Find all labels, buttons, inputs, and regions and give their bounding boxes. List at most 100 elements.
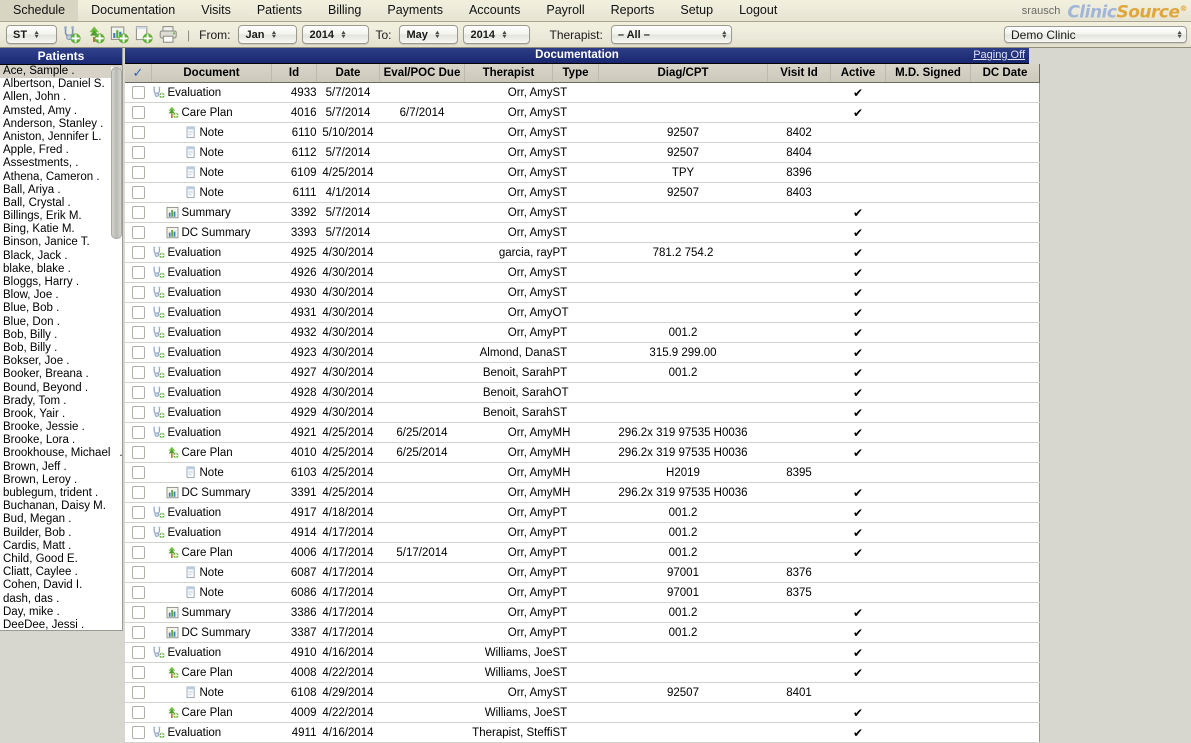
patient-list-item[interactable]: Black, Jack .: [0, 250, 122, 263]
from-year-select[interactable]: 2014 ▲ ▼: [302, 25, 370, 44]
document-name-cell[interactable]: Care Plan: [151, 702, 272, 723]
document-name-cell[interactable]: DC Summary: [151, 222, 272, 243]
document-name-cell[interactable]: Evaluation: [151, 402, 272, 423]
document-name-cell[interactable]: Note: [151, 162, 272, 183]
document-name-cell[interactable]: Note: [151, 562, 272, 583]
documentation-row[interactable]: DC Summary 3393 5/7/2014 Orr, Amy ST ✔: [125, 222, 1040, 243]
new-summary-icon[interactable]: [110, 25, 129, 44]
documentation-row[interactable]: Evaluation 4932 4/30/2014 Orr, Amy PT 001.2 ✔: [125, 322, 1040, 343]
row-checkbox[interactable]: [131, 506, 145, 519]
row-checkbox[interactable]: [131, 526, 145, 539]
patient-list-item[interactable]: Buchanan, Daisy M.: [0, 500, 122, 513]
column-active[interactable]: Active: [830, 64, 886, 83]
documentation-row[interactable]: Evaluation 4933 5/7/2014 Orr, Amy ST ✔: [125, 82, 1040, 103]
patient-list-item[interactable]: Blue, Bob .: [0, 302, 122, 315]
patient-list-item[interactable]: Cliatt, Caylee .: [0, 566, 122, 579]
patient-list-item[interactable]: Day, mike .: [0, 606, 122, 619]
new-evaluation-icon[interactable]: [62, 25, 81, 44]
select-all-header[interactable]: ✓: [125, 64, 152, 83]
row-checkbox[interactable]: [131, 546, 145, 559]
documentation-row[interactable]: Note 6086 4/17/2014 Orr, Amy PT 97001 8375: [125, 582, 1040, 603]
documentation-row[interactable]: Care Plan 4008 4/22/2014 Williams, Joe ST ✔: [125, 662, 1040, 683]
patient-list-item[interactable]: Albertson, Daniel S.: [0, 78, 122, 91]
column-eval-poc-due[interactable]: Eval/POC Due: [379, 64, 465, 83]
therapist-stepper[interactable]: ▲ ▼: [720, 29, 728, 39]
clinic-select[interactable]: Demo Clinic ▲ ▼: [1004, 26, 1187, 43]
column-md-signed[interactable]: M.D. Signed: [885, 64, 971, 83]
row-checkbox[interactable]: [131, 246, 145, 259]
patient-list-item[interactable]: Bloggs, Harry .: [0, 276, 122, 289]
documentation-row[interactable]: Evaluation 4923 4/30/2014 Almond, Dana ST 315…: [125, 342, 1040, 363]
document-name-cell[interactable]: Evaluation: [151, 382, 272, 403]
document-name-cell[interactable]: Evaluation: [151, 502, 272, 523]
patient-list-item[interactable]: Athena, Cameron .: [0, 171, 122, 184]
patient-list-item[interactable]: Bing, Katie M.: [0, 223, 122, 236]
patient-list-item[interactable]: Anderson, Stanley .: [0, 118, 122, 131]
patient-list-item[interactable]: Brookhouse, Michael J.: [0, 447, 122, 460]
row-checkbox[interactable]: [131, 106, 145, 119]
therapist-select[interactable]: – All – ▲ ▼: [610, 25, 732, 44]
patient-list-item[interactable]: Bob, Billy .: [0, 329, 122, 342]
row-checkbox[interactable]: [131, 686, 145, 699]
document-name-cell[interactable]: Evaluation: [151, 422, 272, 443]
row-checkbox[interactable]: [131, 606, 145, 619]
document-name-cell[interactable]: Note: [151, 582, 272, 603]
menu-schedule[interactable]: Schedule: [0, 0, 79, 21]
print-icon[interactable]: [158, 25, 179, 44]
document-name-cell[interactable]: Care Plan: [151, 662, 272, 683]
documentation-row[interactable]: Care Plan 4006 4/17/2014 5/17/2014 Orr, Amy P…: [125, 542, 1040, 563]
patient-list-item[interactable]: Brooke, Jessie .: [0, 421, 122, 434]
documentation-row[interactable]: Note 6111 4/1/2014 Orr, Amy ST 92507 8403: [125, 182, 1040, 203]
patient-list-item[interactable]: Brooke, Lora .: [0, 434, 122, 447]
patient-list-item[interactable]: Brook, Yair .: [0, 408, 122, 421]
document-name-cell[interactable]: Note: [151, 682, 272, 703]
document-name-cell[interactable]: Evaluation: [151, 362, 272, 383]
column-document[interactable]: Document: [151, 64, 272, 83]
to-month-stepper[interactable]: ▲ ▼: [433, 29, 441, 39]
to-year-stepper[interactable]: ▲ ▼: [500, 29, 508, 39]
patient-list-item[interactable]: Bound, Beyond .: [0, 382, 122, 395]
column-date[interactable]: Date: [316, 64, 380, 83]
from-month-stepper[interactable]: ▲ ▼: [269, 29, 277, 39]
row-checkbox[interactable]: [131, 186, 145, 199]
patient-list-item[interactable]: Ace, Sample .: [0, 65, 122, 79]
menu-setup[interactable]: Setup: [667, 0, 726, 21]
column-dc-date[interactable]: DC Date: [970, 64, 1040, 83]
column-type[interactable]: Type: [552, 64, 599, 83]
new-note-icon[interactable]: [134, 25, 153, 44]
document-name-cell[interactable]: Evaluation: [151, 342, 272, 363]
row-checkbox[interactable]: [131, 346, 145, 359]
document-name-cell[interactable]: Evaluation: [151, 322, 272, 343]
document-name-cell[interactable]: Evaluation: [151, 722, 272, 743]
documentation-row[interactable]: Care Plan 4009 4/22/2014 Williams, Joe ST ✔: [125, 702, 1040, 723]
row-checkbox[interactable]: [131, 386, 145, 399]
row-checkbox[interactable]: [131, 586, 145, 599]
menu-logout[interactable]: Logout: [726, 0, 790, 21]
patient-list-item[interactable]: Aniston, Jennifer L.: [0, 131, 122, 144]
row-checkbox[interactable]: [131, 466, 145, 479]
document-name-cell[interactable]: Note: [151, 182, 272, 203]
column-visit-id[interactable]: Visit Id: [767, 64, 831, 83]
row-checkbox[interactable]: [131, 226, 145, 239]
row-checkbox[interactable]: [131, 486, 145, 499]
discipline-select[interactable]: ST ▲ ▼: [6, 25, 57, 44]
column-therapist[interactable]: Therapist: [464, 64, 553, 83]
row-checkbox[interactable]: [131, 86, 145, 99]
row-checkbox[interactable]: [131, 286, 145, 299]
menu-payments[interactable]: Payments: [374, 0, 456, 21]
patient-list-item[interactable]: Bob, Billy .: [0, 342, 122, 355]
document-name-cell[interactable]: DC Summary: [151, 622, 272, 643]
documentation-row[interactable]: Care Plan 4016 5/7/2014 6/7/2014 Orr, Amy ST ✔: [125, 102, 1040, 123]
documentation-row[interactable]: Evaluation 4921 4/25/2014 6/25/2014 Orr, Amy…: [125, 422, 1040, 443]
menu-visits[interactable]: Visits: [188, 0, 244, 21]
patient-list-item[interactable]: Brown, Jeff .: [0, 461, 122, 474]
row-checkbox[interactable]: [131, 726, 145, 739]
row-checkbox[interactable]: [131, 646, 145, 659]
row-checkbox[interactable]: [131, 446, 145, 459]
patient-list-item[interactable]: Ball, Ariya .: [0, 184, 122, 197]
documentation-row[interactable]: Note 6108 4/29/2014 Orr, Amy ST 92507 8401: [125, 682, 1040, 703]
document-name-cell[interactable]: Note: [151, 122, 272, 143]
document-name-cell[interactable]: Care Plan: [151, 542, 272, 563]
patient-list-item[interactable]: Allen, John .: [0, 91, 122, 104]
from-year-stepper[interactable]: ▲ ▼: [339, 29, 347, 39]
